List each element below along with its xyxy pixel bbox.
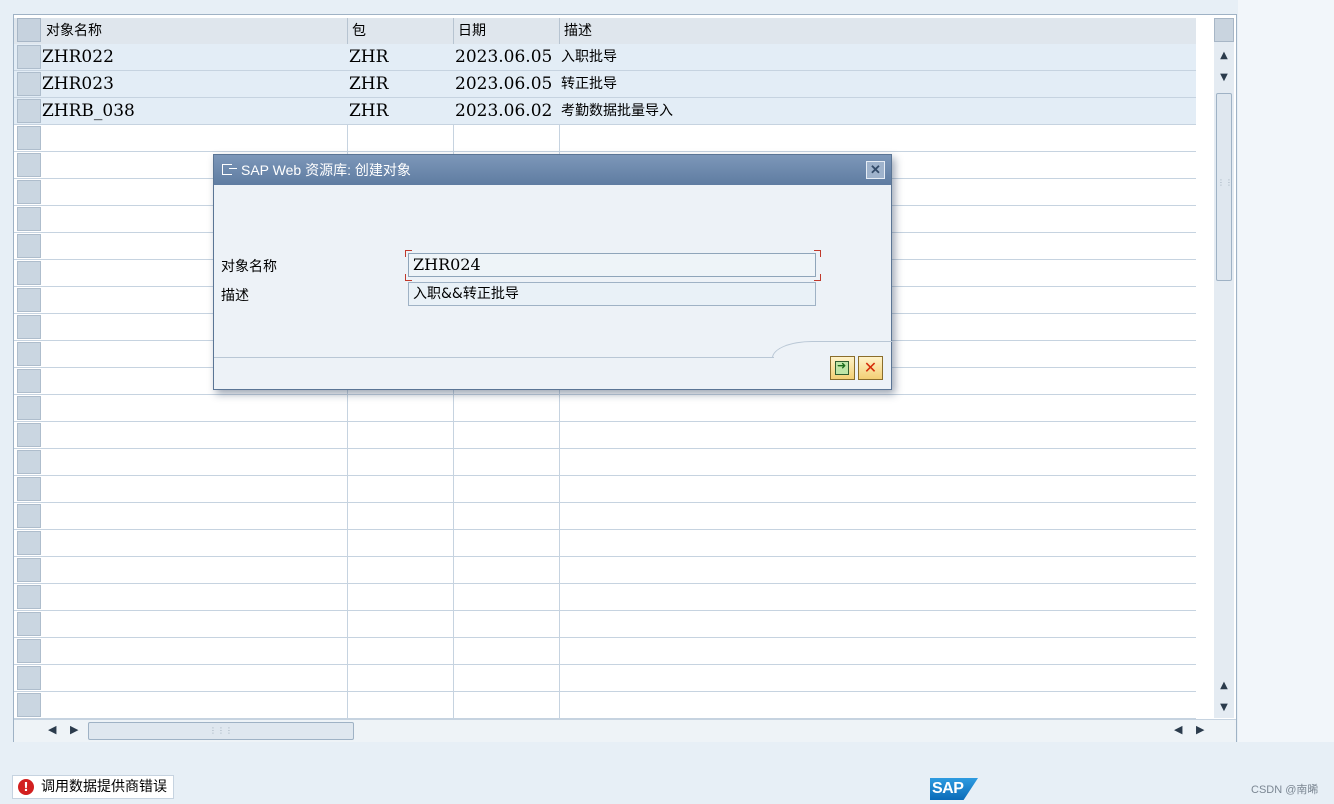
table-row[interactable] xyxy=(14,692,1196,719)
cell-object-name[interactable]: ZHR022 xyxy=(42,44,114,70)
scroll-left-icon[interactable]: ◀ xyxy=(48,723,56,736)
watermark: CSDN @南晞 xyxy=(1251,784,1319,796)
vertical-scrollbar[interactable]: ▲ ▼ ⋮⋮ ▲ ▼ xyxy=(1214,18,1234,718)
table-row[interactable]: ZHRB_038 ZHR 2023.06.02 考勤数据批量导入 xyxy=(14,98,1196,125)
row-selector[interactable] xyxy=(17,612,41,636)
row-selector[interactable] xyxy=(17,207,41,231)
row-selector[interactable] xyxy=(17,639,41,663)
table-row[interactable] xyxy=(14,530,1196,557)
row-selector[interactable] xyxy=(17,72,41,96)
table-row[interactable] xyxy=(14,395,1196,422)
bottom-background xyxy=(0,742,1334,804)
scroll-up-icon[interactable]: ▲ xyxy=(1218,50,1230,61)
description-label: 描述 xyxy=(221,288,249,304)
table-row[interactable] xyxy=(14,449,1196,476)
table-row[interactable] xyxy=(14,557,1196,584)
scroll-right-icon[interactable]: ▶ xyxy=(70,723,78,736)
column-header-package[interactable]: 包 xyxy=(348,18,454,44)
row-selector[interactable] xyxy=(17,99,41,123)
column-header-name[interactable]: 对象名称 xyxy=(42,18,348,44)
grip-icon: ⋮⋮ xyxy=(1217,178,1233,187)
cell-object-name[interactable]: ZHR023 xyxy=(42,71,114,97)
row-selector[interactable] xyxy=(17,45,41,69)
select-all-button[interactable] xyxy=(17,18,41,42)
cell-date[interactable]: 2023.06.02 xyxy=(455,98,552,124)
cell-date[interactable]: 2023.06.05 xyxy=(455,44,552,70)
table-row[interactable] xyxy=(14,665,1196,692)
row-selector[interactable] xyxy=(17,342,41,366)
row-selector[interactable] xyxy=(17,666,41,690)
cell-package[interactable]: ZHR xyxy=(349,44,388,70)
row-selector[interactable] xyxy=(17,180,41,204)
scroll-corner-button[interactable] xyxy=(1214,18,1234,42)
focus-marker xyxy=(405,250,412,257)
close-icon[interactable]: ✕ xyxy=(866,161,885,179)
column-header-description[interactable]: 描述 xyxy=(560,18,1196,44)
right-background xyxy=(1238,0,1334,742)
footer-divider xyxy=(214,357,774,358)
table-row[interactable] xyxy=(14,476,1196,503)
focus-marker xyxy=(814,274,821,281)
cell-package[interactable]: ZHR xyxy=(349,98,388,124)
row-selector[interactable] xyxy=(17,315,41,339)
cell-description[interactable]: 考勤数据批量导入 xyxy=(561,98,673,124)
table-row[interactable]: ZHR022 ZHR 2023.06.05 入职批导 xyxy=(14,44,1196,71)
horizontal-scroll-thumb[interactable]: ⋮⋮⋮ xyxy=(88,722,354,740)
object-name-input[interactable]: ZHR024 xyxy=(408,253,816,277)
row-selector[interactable] xyxy=(17,153,41,177)
row-selector[interactable] xyxy=(17,396,41,420)
dialog-title: SAP Web 资源库: 创建对象 xyxy=(241,162,411,178)
row-selector[interactable] xyxy=(17,261,41,285)
status-message-text: 调用数据提供商错误 xyxy=(41,779,167,795)
row-selector[interactable] xyxy=(17,693,41,717)
status-bar-message[interactable]: ! 调用数据提供商错误 xyxy=(12,775,174,799)
row-selector[interactable] xyxy=(17,477,41,501)
continue-icon xyxy=(835,359,849,375)
table-row[interactable] xyxy=(14,584,1196,611)
row-selector[interactable] xyxy=(17,558,41,582)
scroll-down-icon[interactable]: ▼ xyxy=(1218,72,1230,83)
row-selector[interactable] xyxy=(17,450,41,474)
continue-button[interactable] xyxy=(830,356,855,380)
row-selector[interactable] xyxy=(17,504,41,528)
table-row[interactable]: ZHR023 ZHR 2023.06.05 转正批导 xyxy=(14,71,1196,98)
horizontal-scrollbar[interactable]: ◀ ▶ ⋮⋮⋮ ◀ ▶ xyxy=(14,719,1236,742)
grip-icon: ⋮⋮⋮ xyxy=(209,726,233,735)
cell-date[interactable]: 2023.06.05 xyxy=(455,71,552,97)
table-row[interactable] xyxy=(14,611,1196,638)
row-selector[interactable] xyxy=(17,234,41,258)
row-selector[interactable] xyxy=(17,585,41,609)
row-selector[interactable] xyxy=(17,423,41,447)
scroll-page-down-icon[interactable]: ▼ xyxy=(1218,702,1230,713)
row-selector[interactable] xyxy=(17,531,41,555)
vertical-scroll-thumb[interactable]: ⋮⋮ xyxy=(1216,93,1233,281)
cell-package[interactable]: ZHR xyxy=(349,71,388,97)
row-selector[interactable] xyxy=(17,369,41,393)
table-row[interactable] xyxy=(14,638,1196,665)
cell-description[interactable]: 转正批导 xyxy=(561,71,617,97)
cell-object-name[interactable]: ZHRB_038 xyxy=(42,98,135,124)
cancel-button[interactable]: ✕ xyxy=(858,356,883,380)
dialog-title-bar[interactable]: SAP Web 资源库: 创建对象 ✕ xyxy=(214,155,891,185)
row-selector[interactable] xyxy=(17,288,41,312)
column-header-date[interactable]: 日期 xyxy=(454,18,560,44)
object-name-label: 对象名称 xyxy=(221,259,277,275)
cancel-icon: ✕ xyxy=(863,358,878,377)
scroll-left-end-icon[interactable]: ◀ xyxy=(1174,723,1182,736)
cell-description[interactable]: 入职批导 xyxy=(561,44,617,70)
window-icon xyxy=(222,164,237,175)
scroll-page-up-icon[interactable]: ▲ xyxy=(1218,680,1230,691)
create-object-dialog: SAP Web 资源库: 创建对象 ✕ 对象名称 ZHR024 描述 入职&&转… xyxy=(213,154,892,390)
table-row[interactable] xyxy=(14,125,1196,152)
error-icon: ! xyxy=(18,779,34,795)
row-selector[interactable] xyxy=(17,126,41,150)
table-row[interactable] xyxy=(14,503,1196,530)
table-row[interactable] xyxy=(14,422,1196,449)
focus-marker xyxy=(814,250,821,257)
description-input[interactable]: 入职&&转正批导 xyxy=(408,282,816,306)
focus-marker xyxy=(405,274,412,281)
scroll-right-end-icon[interactable]: ▶ xyxy=(1196,723,1204,736)
